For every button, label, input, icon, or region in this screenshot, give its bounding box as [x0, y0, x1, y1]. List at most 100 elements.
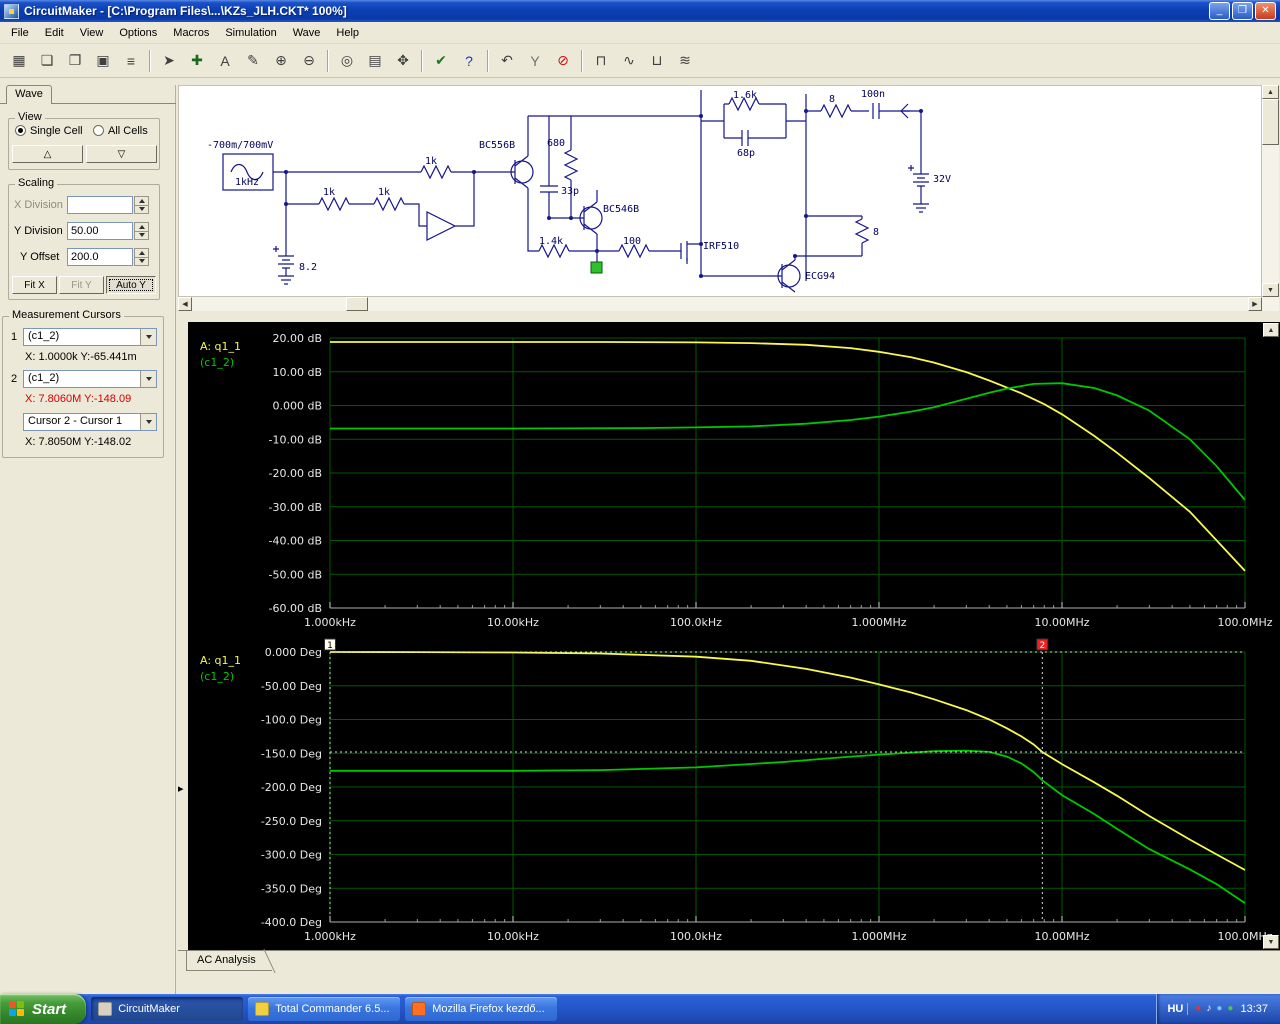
spin-down-icon[interactable]	[138, 233, 145, 238]
start-button[interactable]: Start	[0, 994, 87, 1024]
all-cells-radio[interactable]	[93, 125, 104, 136]
tray-volume-icon[interactable]: ♪	[1206, 1004, 1211, 1014]
hscroll-thumb[interactable]	[346, 297, 368, 311]
probe-marker[interactable]	[590, 261, 603, 274]
spin-down-icon[interactable]	[138, 259, 145, 264]
tray-network-icon[interactable]: ●	[1216, 1004, 1222, 1014]
plot-scroll-up-button[interactable]: ▲	[1263, 323, 1279, 337]
hscroll-right-button[interactable]: ▶	[1248, 297, 1262, 311]
menu-edit[interactable]: Edit	[37, 24, 72, 42]
dropdown-arrow-icon[interactable]	[140, 414, 156, 430]
x-division-input[interactable]	[67, 196, 133, 214]
tray-shield-icon[interactable]: ●	[1227, 1004, 1233, 1014]
vscroll-up-button[interactable]: ▲	[1262, 85, 1279, 99]
zoom-out-button[interactable]: ⊖	[296, 47, 322, 74]
spin-down-icon[interactable]	[138, 207, 145, 212]
opamp[interactable]	[426, 211, 457, 241]
dropdown-arrow-icon[interactable]	[140, 371, 156, 387]
spin-up-icon[interactable]	[138, 198, 145, 203]
run-simulation-button[interactable]: ✔	[428, 47, 454, 74]
dropdown-arrow-icon[interactable]	[140, 329, 156, 345]
x-tick-label: 10.00MHz	[1034, 616, 1089, 629]
battery-8v2[interactable]	[273, 246, 294, 285]
zoom-in-button[interactable]: ⊕	[268, 47, 294, 74]
schematic-area[interactable]: -700m/700mV 1kHz 1k 1k 1k 8.2 BC556B 680…	[178, 85, 1262, 297]
pan-button[interactable]: ✥	[390, 47, 416, 74]
single-cell-radio[interactable]	[15, 125, 26, 136]
magnitude-plot[interactable]: 20.00 dB 10.00 dB 0.000 dB -10.00 dB -20.00 …	[200, 332, 1273, 629]
close-button[interactable]: ✕	[1255, 2, 1276, 20]
menu-help[interactable]: Help	[328, 24, 367, 42]
spin-up-icon[interactable]	[138, 250, 145, 255]
plot-splitter[interactable]: ▸	[178, 322, 188, 950]
fit-x-button[interactable]: Fit X	[12, 276, 57, 294]
y-division-input[interactable]	[67, 222, 133, 240]
edit-tool-button[interactable]: ✎	[240, 47, 266, 74]
arrow-tool-button[interactable]: ➤	[156, 47, 182, 74]
scope-display-button[interactable]: ⊔	[644, 47, 670, 74]
browse-report-button[interactable]: ▦	[6, 47, 32, 74]
stop-button[interactable]: ⊘	[550, 47, 576, 74]
task-firefox[interactable]: Mozilla Firefox kezdő...	[405, 997, 558, 1021]
language-indicator[interactable]: HU	[1167, 1003, 1189, 1015]
tab-wave[interactable]: Wave	[6, 85, 52, 104]
menu-macros[interactable]: Macros	[165, 24, 217, 42]
wire-tool-button[interactable]: ✚	[184, 47, 210, 74]
menu-view[interactable]: View	[72, 24, 112, 42]
vscroll-down-button[interactable]: ▼	[1262, 283, 1279, 297]
help-button[interactable]: ?	[456, 47, 482, 74]
menu-simulation[interactable]: Simulation	[217, 24, 284, 42]
y-offset-input[interactable]	[67, 248, 133, 266]
waveform-area[interactable]: 20.00 dB 10.00 dB 0.000 dB -10.00 dB -20.00 …	[188, 322, 1280, 950]
y-tick-label: -150.0 Deg	[261, 747, 322, 760]
cursor-diff-select[interactable]: Cursor 2 - Cursor 1	[23, 413, 157, 431]
phase-plot[interactable]: 0.000 Deg -50.00 Deg -100.0 Deg -150.0 Deg -…	[200, 638, 1273, 943]
probe-button[interactable]: Y	[522, 47, 548, 74]
y-tick-label: -200.0 Deg	[261, 781, 322, 794]
minimize-button[interactable]: _	[1209, 2, 1230, 20]
y-offset-spinner[interactable]	[134, 248, 149, 266]
maximize-button[interactable]: ❐	[1232, 2, 1253, 20]
cell-up-button[interactable]: △	[12, 145, 83, 163]
taskbar-clock[interactable]: 13:37	[1240, 1003, 1268, 1015]
label-r3: 1k	[378, 187, 390, 198]
plot-scroll-down-button[interactable]: ▼	[1263, 935, 1279, 949]
hscroll-left-button[interactable]: ◀	[178, 297, 192, 311]
new-file-button[interactable]: ❏	[34, 47, 60, 74]
multi-trace-button[interactable]: ≋	[672, 47, 698, 74]
mosfet-irf510[interactable]	[680, 241, 688, 261]
y-tick-label: -20.00 dB	[269, 467, 323, 480]
tray-antivirus-icon[interactable]: ●	[1195, 1004, 1201, 1014]
schematic-canvas[interactable]: -700m/700mV 1kHz 1k 1k 1k 8.2 BC556B 680…	[179, 86, 1261, 296]
cursor1-source-select[interactable]: (c1_2)	[23, 328, 157, 346]
auto-y-button[interactable]: Auto Y	[106, 276, 156, 294]
reset-button[interactable]: ↶	[494, 47, 520, 74]
fit-y-button[interactable]: Fit Y	[59, 276, 104, 294]
find-part-button[interactable]: ◎	[334, 47, 360, 74]
save-file-button[interactable]: ▣	[90, 47, 116, 74]
task-circuitmaker[interactable]: CircuitMaker	[91, 997, 244, 1021]
single-cell-option[interactable]: Single Cell	[15, 125, 83, 137]
menu-file[interactable]: File	[3, 24, 37, 42]
menu-wave[interactable]: Wave	[285, 24, 329, 42]
menu-options[interactable]: Options	[111, 24, 165, 42]
spin-up-icon[interactable]	[138, 224, 145, 229]
all-cells-option[interactable]: All Cells	[93, 125, 148, 137]
open-file-button[interactable]: ❐	[62, 47, 88, 74]
sheet-button[interactable]: ▤	[362, 47, 388, 74]
waveform-display-button[interactable]: ∿	[616, 47, 642, 74]
title-bar[interactable]: CircuitMaker - [C:\Program Files\...\KZs…	[0, 0, 1280, 22]
cell-down-button[interactable]: ▽	[86, 145, 157, 163]
y-division-spinner[interactable]	[134, 222, 149, 240]
text-tool-button[interactable]: A	[212, 47, 238, 74]
digital-display-button[interactable]: ⊓	[588, 47, 614, 74]
splitter-arrow-icon[interactable]: ▸	[178, 782, 184, 795]
cursor2-source-select[interactable]: (c1_2)	[23, 370, 157, 388]
tab-ac-analysis[interactable]: AC Analysis	[186, 951, 272, 971]
waveform-canvas[interactable]: 20.00 dB 10.00 dB 0.000 dB -10.00 dB -20.00 …	[188, 322, 1280, 950]
battery-32v[interactable]	[908, 165, 929, 213]
print-button[interactable]: ≡	[118, 47, 144, 74]
x-division-spinner[interactable]	[134, 196, 149, 214]
vscroll-thumb[interactable]	[1262, 99, 1279, 145]
task-total-commander[interactable]: Total Commander 6.5...	[248, 997, 401, 1021]
